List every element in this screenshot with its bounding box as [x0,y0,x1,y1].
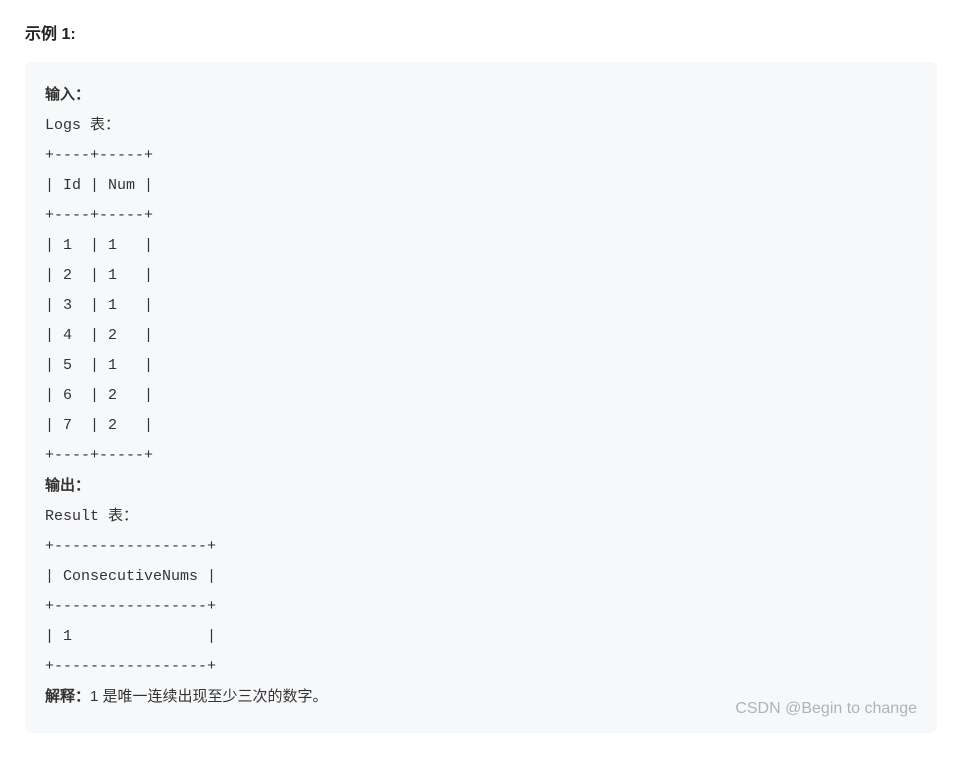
input-border-top: +----+-----+ [45,147,153,164]
table-row: | 1 | [45,628,216,645]
table-row: | 3 | 1 | [45,297,153,314]
table-row: | 1 | 1 | [45,237,153,254]
table-row: | 5 | 1 | [45,357,153,374]
table-row: | 6 | 2 | [45,387,153,404]
output-table-name: Result 表： [45,508,138,525]
output-border-mid: +-----------------+ [45,598,216,615]
explain-label: 解释： [45,688,90,705]
explanation-text: 1 是唯一连续出现至少三次的数字。 [90,688,328,705]
input-label: 输入： [45,86,90,103]
example-code-block: 输入： Logs 表： +----+-----+ | Id | Num | +-… [25,62,937,733]
code-content: 输入： Logs 表： +----+-----+ | Id | Num | +-… [45,80,917,713]
output-border-bottom: +-----------------+ [45,658,216,675]
output-label: 输出： [45,477,90,494]
table-row: | 7 | 2 | [45,417,153,434]
table-row: | 4 | 2 | [45,327,153,344]
input-table-name: Logs 表： [45,117,120,134]
output-border-top: +-----------------+ [45,538,216,555]
input-border-bottom: +----+-----+ [45,447,153,464]
input-border-mid: +----+-----+ [45,207,153,224]
example-title: 示例 1: [25,20,937,44]
table-row: | 2 | 1 | [45,267,153,284]
output-header: | ConsecutiveNums | [45,568,216,585]
input-header: | Id | Num | [45,177,153,194]
